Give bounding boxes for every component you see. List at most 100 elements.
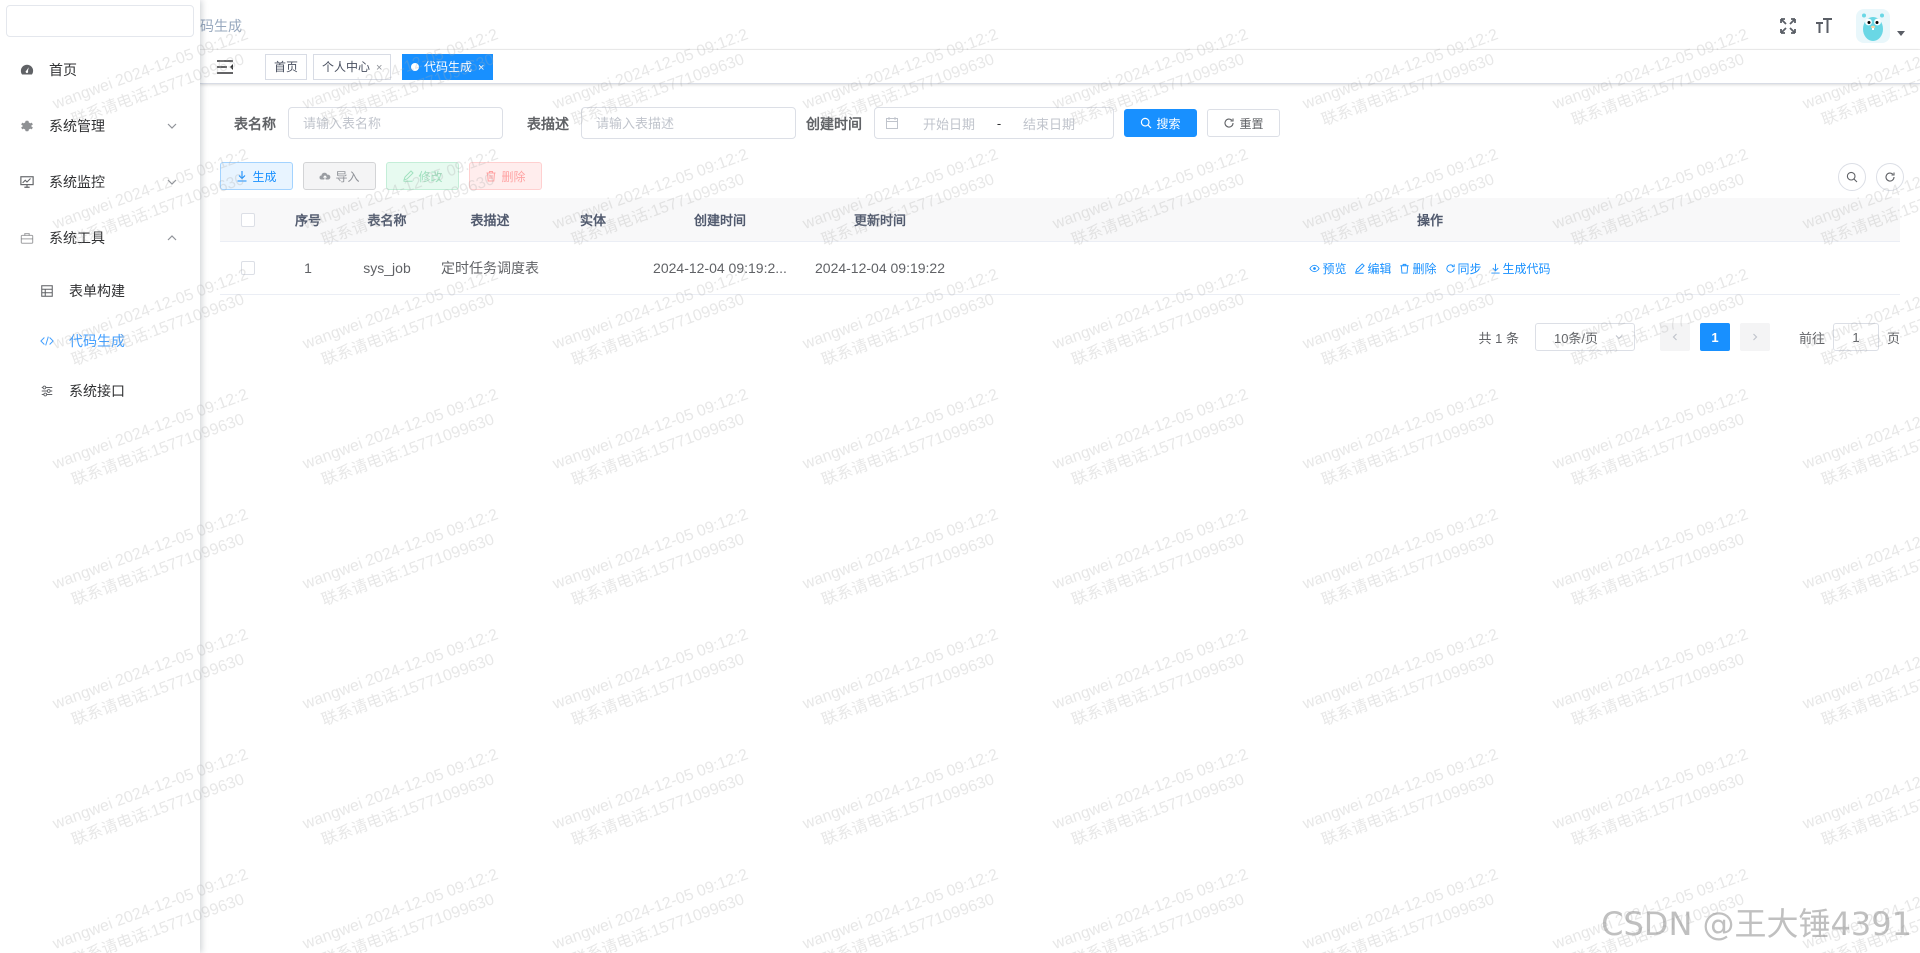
search-icon [1846,171,1858,183]
font-size-icon[interactable] [1814,16,1834,36]
hamburger-icon[interactable] [216,58,234,76]
tab-code-generation[interactable]: 代码生成 × [402,54,494,80]
cloud-upload-icon [319,170,331,182]
tags-view: 首页 个人中心 × 代码生成 × [200,50,1920,84]
fullscreen-icon[interactable] [1778,16,1798,36]
edit-link-label: 编辑 [1367,261,1392,276]
sidebar-subitem-form-builder[interactable]: 表单构建 [0,266,200,316]
header-create-time: 创建时间 [693,213,746,228]
select-all-checkbox[interactable] [241,212,255,227]
sidebar-logo-box [6,5,194,37]
sidebar-subitem-label: 系统接口 [69,383,125,399]
goto-prefix: 前往 [1798,330,1825,346]
download-icon [1490,263,1500,274]
avatar[interactable] [1856,9,1890,43]
sidebar-subitem-system-api[interactable]: 系统接口 [0,366,200,416]
prev-page-button[interactable] [1659,323,1690,351]
date-separator: - [996,115,1002,131]
edit-icon [1355,262,1366,274]
page-size-value: 10条/页 [1553,330,1599,346]
search-icon [1140,117,1152,129]
table-name-input[interactable] [288,107,503,139]
sidebar-item-system-tools[interactable]: 系统工具 [0,210,200,266]
table-form-icon [40,284,54,298]
header-actions: 操作 [1416,213,1443,228]
navbar-right [1778,8,1920,44]
toolbox-icon [20,231,34,245]
sidebar-item-system-management[interactable]: 系统管理 [0,98,200,154]
create-time-label: 创建时间 [806,116,862,132]
delete-button[interactable]: 删除 [469,162,542,190]
trash-icon [1400,263,1410,274]
goto-page-input[interactable] [1832,323,1879,351]
sync-link-label: 同步 [1457,261,1482,276]
table-desc-input[interactable] [581,107,796,139]
cell-create-time: 2024-12-04 09:19:2... [653,260,787,276]
import-button[interactable]: 导入 [303,162,376,190]
reset-button-label: 重置 [1239,116,1264,131]
eye-icon [1309,264,1321,272]
row-checkbox-cell [220,242,276,294]
edit-link[interactable]: 编辑 [1354,260,1391,277]
delete-button-label: 删除 [501,169,526,184]
generate-code-link-label: 生成代码 [1502,261,1551,276]
header-table-name: 表名称 [367,213,407,228]
refresh-table-button[interactable] [1876,163,1904,191]
cell-entity [546,242,640,294]
cell-index: 1 [304,260,312,276]
breadcrumb: 码生成 [200,18,242,34]
preview-link[interactable]: 预览 [1309,260,1346,277]
chevron-left-icon [1670,332,1680,342]
table-desc-label: 表描述 [527,116,569,132]
generate-code-link[interactable]: 生成代码 [1490,260,1551,277]
chevron-down-icon [166,176,178,188]
chevron-down-icon [166,120,178,132]
chevron-up-icon [166,232,178,244]
start-date-input[interactable]: 开始日期 [909,114,989,133]
goto-suffix: 页 [1886,330,1900,346]
header-checkbox-cell [220,198,276,241]
sidebar-item-label: 系统管理 [49,118,105,134]
sidebar-item-label: 系统监控 [49,174,105,190]
sidebar-subitem-label: 代码生成 [69,333,125,349]
caret-down-icon[interactable] [1896,28,1906,38]
page-number-button[interactable]: 1 [1699,323,1730,351]
edit-button[interactable]: 修改 [386,162,459,190]
pagination-total: 共 1 条 [1478,330,1519,346]
import-button-label: 导入 [335,169,360,184]
close-icon[interactable]: × [478,62,484,74]
delete-link-label: 删除 [1412,261,1437,276]
pagination: 共 1 条 10条/页 1 前往 页 [1478,322,1900,352]
cell-table-name: sys_job [363,260,411,276]
refresh-icon [1445,263,1455,273]
data-table: 序号 表名称 表描述 实体 创建时间 更新时间 操作 1 sys_job 定时任… [220,198,1900,295]
gear-icon [20,119,34,133]
reset-button[interactable]: 重置 [1207,109,1280,137]
sidebar-item-home[interactable]: 首页 [0,42,200,98]
next-page-button[interactable] [1739,323,1770,351]
end-date-input[interactable]: 结束日期 [1009,114,1089,133]
cell-actions: 预览 编辑 删除 同步 生成代码 [960,242,1900,294]
tab-personal-center[interactable]: 个人中心 × [313,54,392,80]
csdn-watermark: CSDN @王大锤4391 [1601,905,1912,943]
sidebar-item-label: 系统工具 [49,230,105,246]
sync-link[interactable]: 同步 [1445,260,1482,277]
toggle-search-button[interactable] [1838,163,1866,191]
generate-button[interactable]: 生成 [220,162,293,190]
chevron-down-icon [1614,332,1624,342]
date-range-picker[interactable]: 开始日期 - 结束日期 [874,107,1114,139]
page-size-select[interactable]: 10条/页 [1534,323,1635,351]
edit-icon [402,170,415,182]
table-name-label: 表名称 [234,116,276,132]
table-header: 序号 表名称 表描述 实体 创建时间 更新时间 操作 [220,198,1900,242]
delete-link[interactable]: 删除 [1399,260,1437,277]
tab-label: 代码生成 [424,60,473,74]
sidebar-item-system-monitor[interactable]: 系统监控 [0,154,200,210]
code-icon [40,334,54,348]
sidebar-subitem-code-generation[interactable]: 代码生成 [0,316,200,366]
search-button[interactable]: 搜索 [1124,109,1197,137]
tab-label: 个人中心 [322,60,371,74]
row-checkbox[interactable] [241,261,255,275]
close-icon[interactable]: × [376,62,382,74]
tab-home[interactable]: 首页 [265,54,308,80]
